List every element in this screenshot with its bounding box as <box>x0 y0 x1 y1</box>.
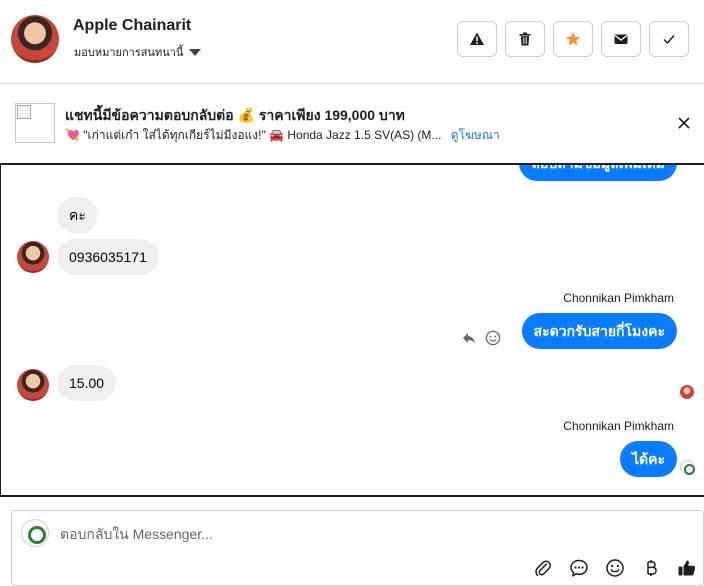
seen-receipt-avatar <box>680 385 694 399</box>
sender-name: Chonnikan Pimkham <box>563 419 674 433</box>
emoji-button[interactable] <box>604 557 626 579</box>
star-icon <box>566 32 580 46</box>
contact-avatar-small <box>17 369 49 401</box>
sender-name: Chonnikan Pimkham <box>563 291 674 305</box>
assign-conversation-dropdown[interactable]: มอบหมายการสนทนานี้ <box>74 43 202 61</box>
close-icon <box>678 117 690 129</box>
attach-file-button[interactable] <box>532 557 554 579</box>
saved-replies-button[interactable] <box>568 557 590 579</box>
mark-unread-button[interactable] <box>601 21 641 57</box>
star-button[interactable] <box>553 21 593 57</box>
message-composer <box>11 510 704 586</box>
smiley-icon <box>606 559 624 577</box>
contact-avatar-small <box>17 241 49 273</box>
contact-name[interactable]: Apple Chainarit <box>73 17 191 35</box>
trash-icon <box>519 32 531 46</box>
react-emoji-icon[interactable] <box>485 330 501 346</box>
ad-title: แชทนี้มีข้อความตอบกลับต่อ 💰 ราคาเพียง 19… <box>65 107 405 123</box>
paperclip-icon <box>535 560 552 577</box>
warning-icon <box>470 32 484 45</box>
assign-label: มอบหมายการสนทนานี้ <box>74 47 184 59</box>
baht-icon <box>647 560 657 576</box>
thumbs-up-icon <box>678 560 696 576</box>
ad-thumbnail[interactable] <box>15 103 55 143</box>
reply-input[interactable] <box>60 525 460 543</box>
delivered-receipt-avatar <box>680 460 695 475</box>
mark-spam-button[interactable] <box>457 21 497 57</box>
view-ad-link[interactable]: ดูโฆษณา <box>451 128 500 142</box>
envelope-icon <box>614 34 628 44</box>
close-banner-button[interactable] <box>674 113 694 133</box>
send-like-button[interactable] <box>676 557 698 579</box>
message-bubble-incoming[interactable]: 0936035171 <box>57 239 159 275</box>
reply-icon[interactable] <box>461 330 477 346</box>
chat-bubble-icon <box>570 559 588 577</box>
message-bubble-incoming[interactable]: คะ <box>57 197 98 233</box>
message-bubble-incoming[interactable]: 15.00 <box>57 365 117 401</box>
message-thread[interactable]: สอบถามข้อมูลเพิ่มเติม คะ 0936035171 Chon… <box>0 163 704 497</box>
page-avatar <box>21 519 49 547</box>
delete-button[interactable] <box>505 21 545 57</box>
message-bubble-outgoing[interactable]: สอบถามข้อมูลเพิ่มเติม <box>519 165 677 181</box>
ad-description: 💘 "เก่าแต่เก๋า ใส่ได้ทุกเกียร์ไม่มีงอแง!… <box>65 128 442 142</box>
message-bubble-outgoing[interactable]: สะดวกรับสายกี่โมงคะ <box>521 313 677 349</box>
message-bubble-outgoing[interactable]: ได้คะ <box>619 441 677 477</box>
mark-done-button[interactable] <box>649 21 689 57</box>
caret-down-icon <box>189 49 202 56</box>
check-icon <box>663 35 675 45</box>
ad-reference-banner: แชทนี้มีข้อความตอบกลับต่อ 💰 ราคาเพียง 19… <box>0 85 704 163</box>
conversation-header: Apple Chainarit มอบหมายการสนทนานี้ <box>0 0 704 84</box>
contact-avatar[interactable] <box>11 15 59 63</box>
payment-button[interactable] <box>640 557 662 579</box>
ad-subtitle: 💘 "เก่าแต่เก๋า ใส่ได้ทุกเกียร์ไม่มีงอแง!… <box>65 126 500 145</box>
